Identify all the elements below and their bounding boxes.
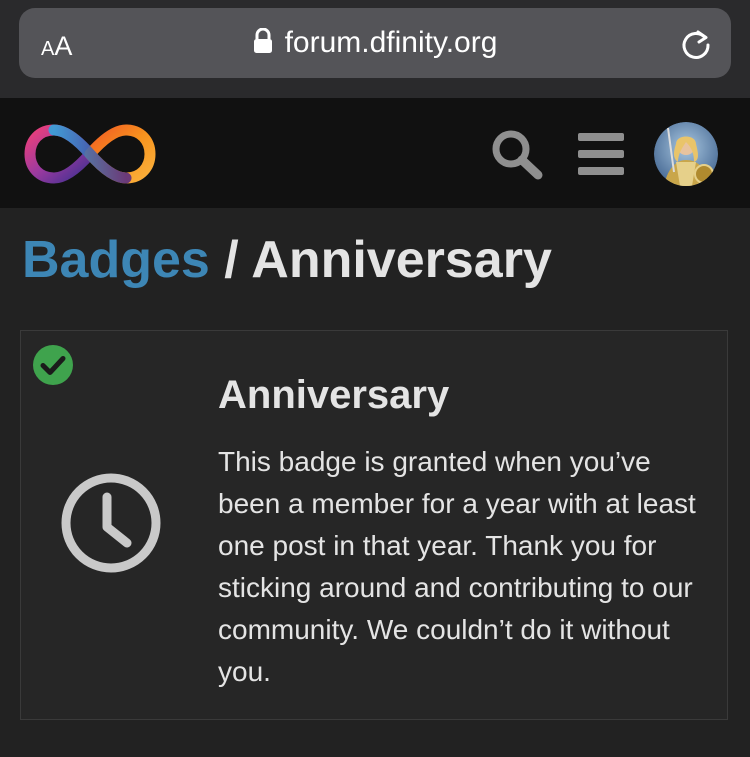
- badge-description: This badge is granted when you’ve been a…: [218, 446, 696, 687]
- site-header: [0, 98, 750, 208]
- hamburger-menu-icon[interactable]: [578, 133, 624, 180]
- granted-check-icon: [32, 344, 74, 391]
- url-display[interactable]: forum.dfinity.org: [19, 26, 731, 62]
- breadcrumb-current: Anniversary: [251, 231, 552, 289]
- breadcrumb-badges-link[interactable]: Badges: [22, 231, 210, 289]
- url-text: forum.dfinity.org: [284, 26, 498, 59]
- browser-toolbar: AA AA forum.dfinity.org: [0, 0, 750, 98]
- user-avatar[interactable]: [654, 122, 718, 186]
- badge-card: Anniversary This badge is granted when y…: [20, 330, 728, 720]
- search-icon[interactable]: [490, 129, 546, 186]
- dfinity-logo[interactable]: [24, 122, 156, 191]
- badge-page: Badges / Anniversary Anniversary This ba…: [0, 208, 750, 757]
- address-bar[interactable]: AA AA forum.dfinity.org: [19, 8, 731, 78]
- badge-name: Anniversary: [218, 373, 450, 417]
- reload-icon[interactable]: [679, 28, 713, 62]
- lock-icon: [253, 27, 273, 62]
- page-title: Badges / Anniversary: [22, 228, 552, 292]
- breadcrumb-separator: /: [224, 231, 239, 289]
- clock-icon: [59, 471, 163, 580]
